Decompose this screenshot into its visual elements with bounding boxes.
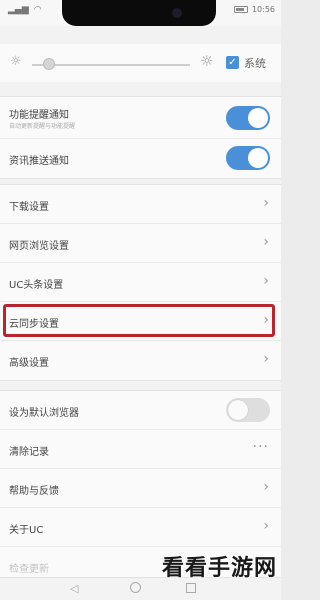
brightness-slider-thumb[interactable] <box>43 58 55 70</box>
advanced-settings-label: 高级设置 <box>9 358 49 369</box>
web-browsing-settings-label: 网页浏览设置 <box>9 241 69 252</box>
help-feedback-label: 帮助与反馈 <box>9 486 59 497</box>
system-brightness-label: 系统 <box>244 57 266 70</box>
chevron-right-icon: › <box>263 273 269 289</box>
chevron-right-icon: › <box>263 312 269 328</box>
clear-history-label: 清除记录 <box>9 447 49 458</box>
status-right: 10:56 <box>233 5 275 14</box>
cloud-sync-settings-label: 云同步设置 <box>9 319 59 330</box>
about-uc-row[interactable]: 关于UC › <box>0 508 281 547</box>
feature-notification-toggle[interactable] <box>226 106 270 130</box>
brightness-low-icon: ☼ <box>10 54 22 69</box>
download-settings-label: 下载设置 <box>9 202 49 213</box>
status-time: 10:56 <box>251 5 275 14</box>
brightness-row: ☼ ☼ ✓ 系统 <box>0 44 281 82</box>
notch <box>62 0 216 26</box>
check-update-label: 检查更新 <box>9 564 49 575</box>
notification-group: 功能提醒通知 自动更新提醒与功能提醒 资讯推送通知 <box>0 96 281 179</box>
advanced-settings-row[interactable]: 高级设置 › <box>0 341 281 380</box>
about-uc-label: 关于UC <box>9 525 44 536</box>
help-feedback-row[interactable]: 帮助与反馈 › <box>0 469 281 508</box>
more-icon[interactable]: ··· <box>253 439 269 455</box>
chevron-right-icon: › <box>263 518 269 534</box>
default-browser-row[interactable]: 设为默认浏览器 <box>0 391 281 430</box>
news-push-row[interactable]: 资讯推送通知 <box>0 139 281 178</box>
default-browser-toggle[interactable] <box>226 398 270 422</box>
news-push-toggle[interactable] <box>226 146 270 170</box>
camera-icon <box>172 8 182 18</box>
brightness-high-icon: ☼ <box>200 52 214 70</box>
toggle-knob <box>228 400 248 420</box>
brightness-slider-track[interactable] <box>32 64 190 66</box>
status-bar: ▂▄▆ ◠ 10:56 <box>0 0 281 26</box>
home-icon[interactable] <box>130 582 141 593</box>
feature-notification-sub: 自动更新提醒与功能提醒 <box>9 123 76 130</box>
toggle-knob <box>248 148 268 168</box>
system-brightness-checkbox[interactable]: ✓ <box>226 56 239 69</box>
web-browsing-settings-row[interactable]: 网页浏览设置 › <box>0 224 281 263</box>
download-settings-row[interactable]: 下载设置 › <box>0 185 281 224</box>
chevron-right-icon: › <box>263 195 269 211</box>
feature-notification-row[interactable]: 功能提醒通知 自动更新提醒与功能提醒 <box>0 97 281 139</box>
watermark-logo: 看看手游网 <box>161 556 277 581</box>
feature-notification-label: 功能提醒通知 <box>9 110 69 121</box>
settings-screen: ▂▄▆ ◠ 10:56 ☼ ☼ ✓ 系统 功能提醒通知 自动更新提醒与功能提醒 … <box>0 0 281 600</box>
recent-apps-icon[interactable] <box>186 583 196 593</box>
back-icon[interactable]: ◁ <box>70 582 78 595</box>
chevron-right-icon: › <box>263 351 269 367</box>
uc-headlines-settings-label: UC头条设置 <box>9 280 64 291</box>
default-browser-label: 设为默认浏览器 <box>9 408 79 419</box>
uc-headlines-settings-row[interactable]: UC头条设置 › <box>0 263 281 302</box>
chevron-right-icon: › <box>263 479 269 495</box>
status-left: ▂▄▆ ◠ <box>8 5 42 15</box>
wifi-icon: ◠ <box>33 5 42 15</box>
settings-group: 下载设置 › 网页浏览设置 › UC头条设置 › 云同步设置 › 高级设置 › <box>0 184 281 381</box>
battery-icon <box>233 6 248 13</box>
signal-icon: ▂▄▆ <box>8 5 29 15</box>
toggle-knob <box>248 108 268 128</box>
chevron-right-icon: › <box>263 234 269 250</box>
clear-history-row[interactable]: 清除记录 ··· <box>0 430 281 469</box>
cloud-sync-settings-row[interactable]: 云同步设置 › <box>0 302 281 341</box>
news-push-label: 资讯推送通知 <box>9 156 69 167</box>
